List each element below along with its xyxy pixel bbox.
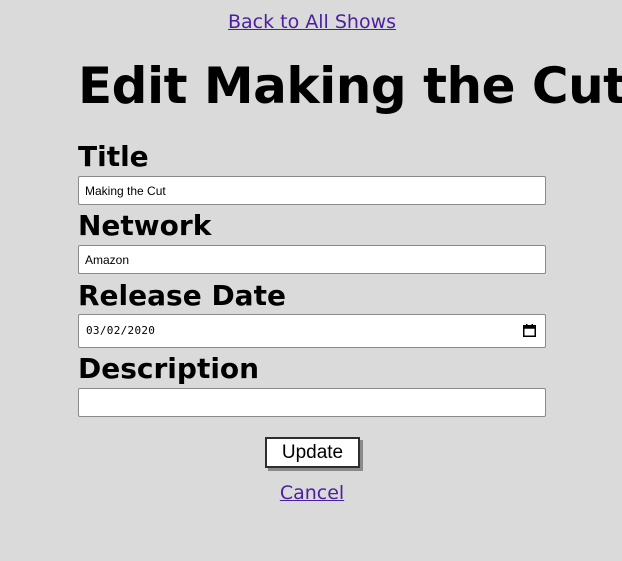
description-input[interactable]: [78, 388, 546, 417]
cancel-link[interactable]: Cancel: [78, 481, 546, 505]
release-date-input[interactable]: 03/02/2020: [78, 314, 546, 348]
network-label: Network: [78, 209, 212, 242]
update-button[interactable]: Update: [265, 437, 360, 468]
title-input[interactable]: [78, 176, 546, 205]
title-label: Title: [78, 140, 149, 173]
network-input[interactable]: [78, 245, 546, 274]
release-date-value: 03/02/2020: [86, 324, 156, 337]
page-title: Edit Making the Cut: [78, 57, 622, 115]
back-to-all-shows-link[interactable]: Back to All Shows: [78, 10, 546, 34]
calendar-icon[interactable]: [523, 324, 536, 337]
description-label: Description: [78, 352, 260, 385]
release-date-label: Release Date: [78, 279, 286, 312]
